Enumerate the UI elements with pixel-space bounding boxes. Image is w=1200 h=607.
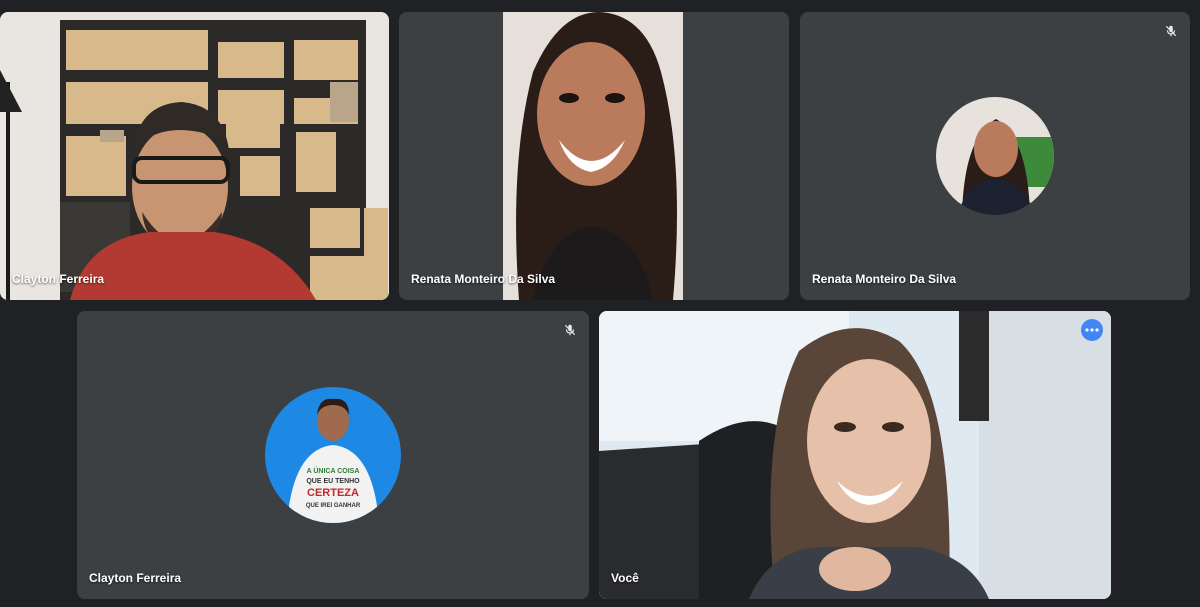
video-feed — [399, 12, 789, 300]
participant-name-label: Clayton Ferreira — [12, 272, 105, 286]
participant-tile-clayton-avatar[interactable]: A ÚNICA COISA QUE EU TENHO CERTEZA QUE I… — [77, 311, 589, 599]
more-options-icon[interactable] — [1081, 319, 1103, 341]
participant-name-label: Clayton Ferreira — [89, 571, 182, 585]
tshirt-print-line: QUE EU TENHO — [306, 478, 360, 485]
tshirt-print-line: A ÚNICA COISA — [307, 466, 360, 475]
tshirt-print-line: QUE IREI GANHAR — [306, 503, 361, 509]
tshirt-print-line: CERTEZA — [307, 487, 359, 499]
participant-name-label: Você — [611, 571, 639, 585]
participant-name-label: Renata Monteiro Da Silva — [812, 272, 957, 286]
mic-off-icon — [559, 319, 581, 341]
participant-tile-clayton-video[interactable]: Clayton Ferreira — [0, 12, 389, 300]
mic-off-icon — [1160, 20, 1182, 42]
video-feed — [0, 12, 389, 300]
participant-tile-self[interactable]: Você — [599, 311, 1111, 599]
participant-avatar — [936, 97, 1054, 215]
participant-avatar: A ÚNICA COISA QUE EU TENHO CERTEZA QUE I… — [265, 387, 401, 523]
participant-tile-renata-video[interactable]: Renata Monteiro Da Silva — [399, 12, 789, 300]
participant-tile-renata-avatar[interactable]: Renata Monteiro Da Silva — [800, 12, 1190, 300]
video-feed — [599, 311, 1111, 599]
participant-name-label: Renata Monteiro Da Silva — [411, 272, 556, 286]
